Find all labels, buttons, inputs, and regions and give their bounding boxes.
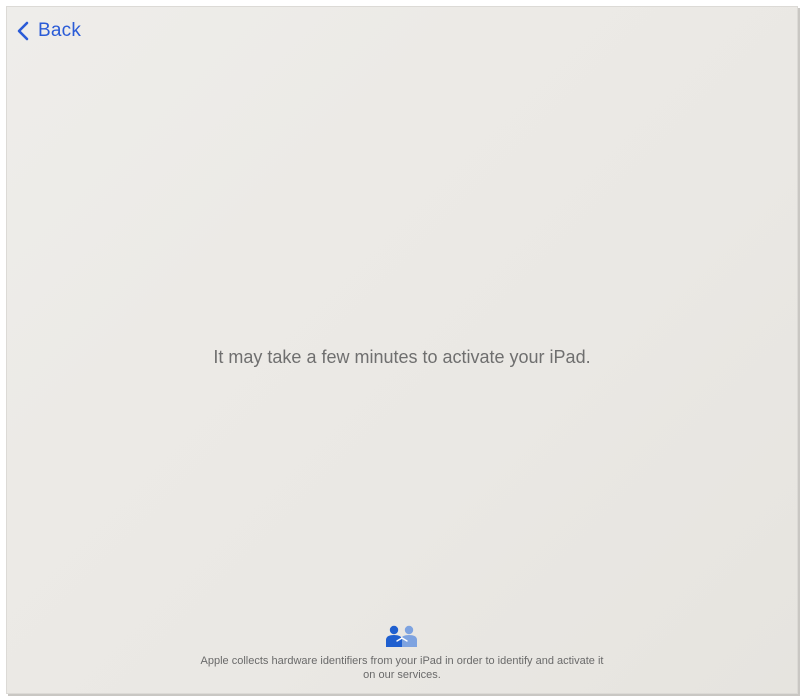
privacy-notice-line-1: Apple collects hardware identifiers from…: [200, 655, 604, 667]
privacy-notice: Apple collects hardware identifiers from…: [106, 654, 698, 682]
privacy-people-icon: [380, 625, 424, 647]
activation-message: It may take a few minutes to activate yo…: [213, 347, 591, 367]
back-button[interactable]: Back: [16, 20, 81, 42]
chevron-left-icon: [17, 21, 29, 41]
activation-screen: Back It may take a few minutes to activa…: [6, 6, 798, 694]
back-button-label: Back: [38, 20, 82, 41]
privacy-notice-line-2: on our services.: [363, 669, 441, 681]
